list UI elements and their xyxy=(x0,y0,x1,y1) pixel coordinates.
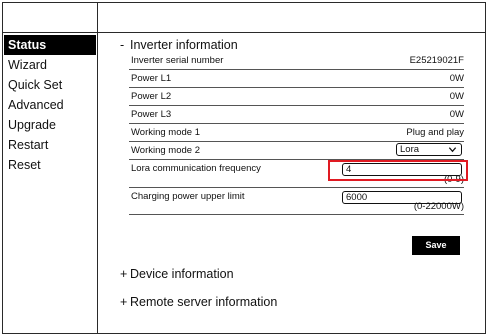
row-label: Charging power upper limit xyxy=(131,191,245,202)
table-row-serial: Inverter serial number E25219021F xyxy=(129,52,464,70)
table-row-power-l1: Power L1 0W xyxy=(129,70,464,88)
row-label: Working mode 2 xyxy=(131,145,200,156)
row-value: 0W xyxy=(449,73,464,84)
row-label: Working mode 1 xyxy=(131,127,200,138)
nav-item-advanced[interactable]: Advanced xyxy=(4,95,96,115)
main-content: - Inverter information Inverter serial nu… xyxy=(98,33,489,336)
chevron-down-icon xyxy=(448,147,457,153)
nav-item-status[interactable]: Status xyxy=(4,35,96,55)
inverter-section-header[interactable]: - Inverter information xyxy=(120,38,238,52)
select-value: Lora xyxy=(400,144,420,155)
nav-item-reset[interactable]: Reset xyxy=(4,155,96,175)
row-label: Lora communication frequency xyxy=(131,163,261,174)
inverter-section-title: Inverter information xyxy=(130,38,238,52)
row-label: Power L3 xyxy=(131,109,172,120)
inverter-info-table: Inverter serial number E25219021F Power … xyxy=(129,52,464,215)
charging-limit-range: (0-22000W) xyxy=(413,201,464,212)
collapse-toggle-icon[interactable]: - xyxy=(120,38,130,52)
row-value: 0W xyxy=(449,109,464,120)
save-button[interactable]: Save xyxy=(412,236,460,255)
table-row-working-mode-2: Working mode 2 Lora xyxy=(129,142,464,160)
nav-item-upgrade[interactable]: Upgrade xyxy=(4,115,96,135)
row-value: E25219021F xyxy=(409,55,464,66)
device-section-header[interactable]: + Device information xyxy=(120,267,234,281)
table-row-charging-limit: Charging power upper limit 6000 (0-22000… xyxy=(129,188,464,215)
sidebar-nav: Status Wizard Quick Set Advanced Upgrade… xyxy=(4,35,96,175)
remote-section-header[interactable]: + Remote server information xyxy=(120,295,277,309)
row-value: Plug and play xyxy=(406,127,464,138)
row-label: Power L1 xyxy=(131,73,172,84)
nav-item-wizard[interactable]: Wizard xyxy=(4,55,96,75)
working-mode-2-select[interactable]: Lora xyxy=(396,143,462,156)
nav-item-quick-set[interactable]: Quick Set xyxy=(4,75,96,95)
input-value: 6000 xyxy=(346,192,368,203)
expand-toggle-icon[interactable]: + xyxy=(120,267,130,281)
focus-highlight xyxy=(328,160,468,181)
expand-toggle-icon[interactable]: + xyxy=(120,295,130,309)
nav-item-restart[interactable]: Restart xyxy=(4,135,96,155)
row-value: 0W xyxy=(449,91,464,102)
table-row-power-l3: Power L3 0W xyxy=(129,106,464,124)
table-row-power-l2: Power L2 0W xyxy=(129,88,464,106)
remote-section-title: Remote server information xyxy=(130,295,278,309)
row-label: Power L2 xyxy=(131,91,172,102)
row-label: Inverter serial number xyxy=(131,55,224,66)
device-section-title: Device information xyxy=(130,267,234,281)
table-row-working-mode-1: Working mode 1 Plug and play xyxy=(129,124,464,142)
